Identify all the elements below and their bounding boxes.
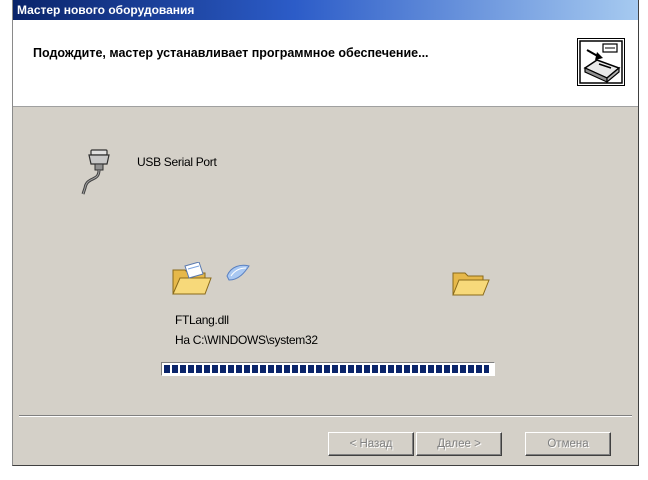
window-title[interactable]: Мастер нового оборудования bbox=[13, 0, 638, 20]
flying-paper-icon bbox=[226, 264, 250, 281]
wizard-window: Мастер нового оборудования Подождите, ма… bbox=[12, 0, 639, 466]
folder-icon bbox=[452, 272, 490, 296]
next-button[interactable]: Далее > bbox=[416, 432, 502, 456]
install-progress-bar bbox=[161, 362, 495, 376]
button-separator bbox=[19, 415, 632, 417]
copy-destination: На C:\WINDOWS\system32 bbox=[175, 333, 318, 347]
back-button[interactable]: < Назад bbox=[328, 432, 414, 456]
header-title: Подождите, мастер устанавливает программ… bbox=[33, 46, 429, 60]
serial-cable-icon bbox=[81, 149, 110, 195]
progress-fill bbox=[164, 365, 489, 373]
hardware-wizard-icon bbox=[577, 38, 625, 86]
wizard-header: Подождите, мастер устанавливает программ… bbox=[13, 20, 638, 107]
cancel-button[interactable]: Отмена bbox=[525, 432, 611, 456]
copy-file-name: FTLang.dll bbox=[175, 313, 229, 327]
open-folder-icon bbox=[172, 262, 212, 295]
device-name: USB Serial Port bbox=[137, 155, 217, 169]
